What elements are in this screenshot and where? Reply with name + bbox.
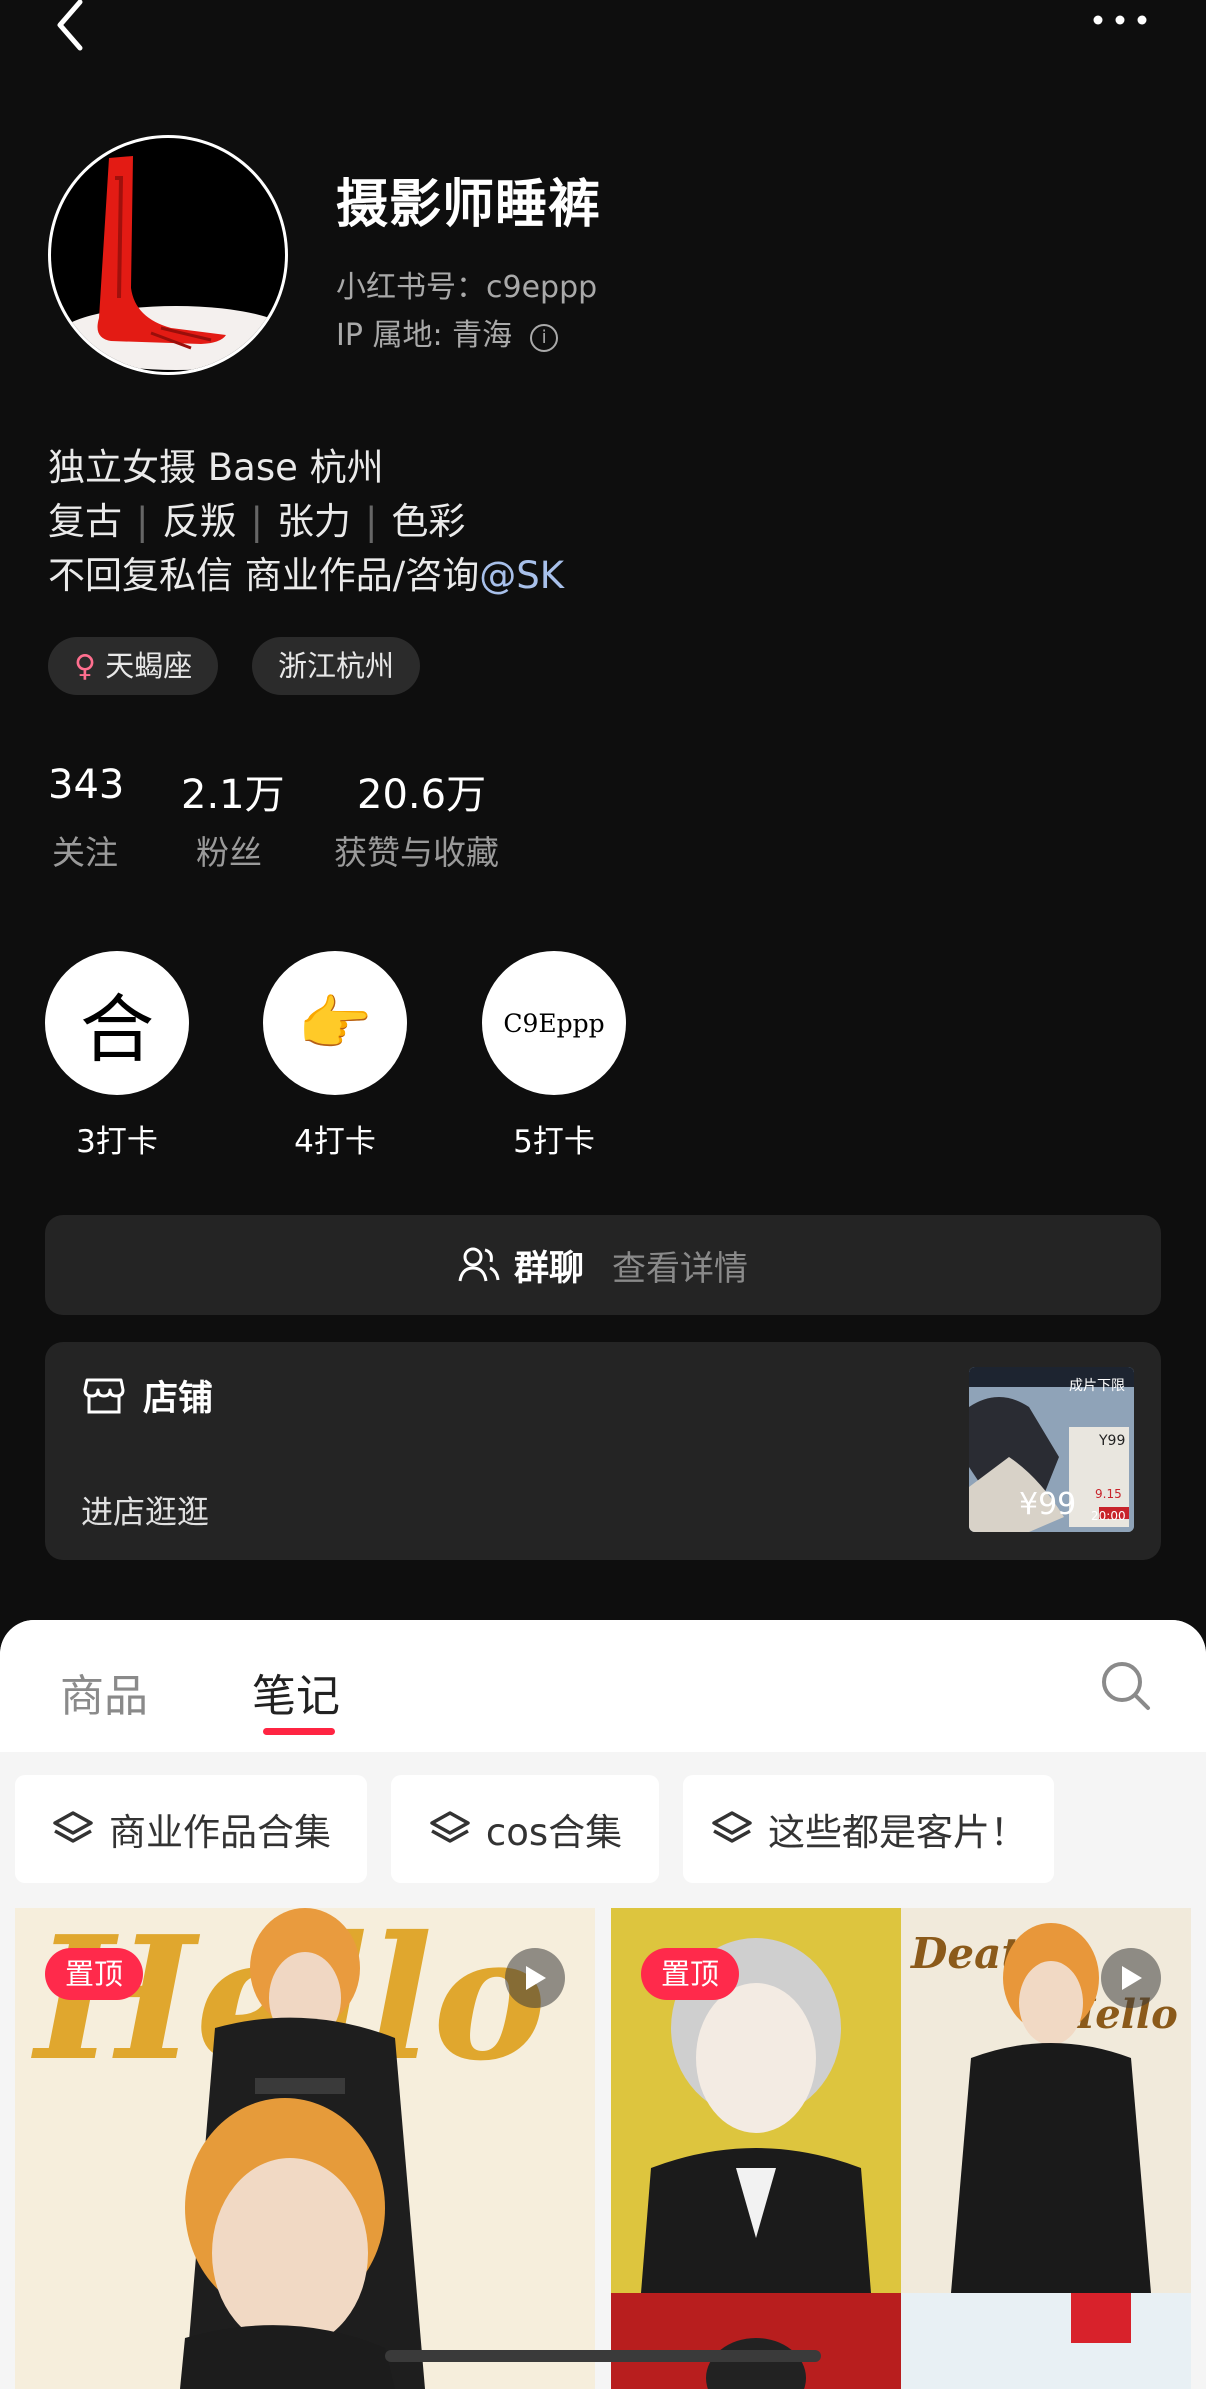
thumb-caption: 20:00 bbox=[1091, 1509, 1126, 1523]
bio-keyword: 复古 bbox=[48, 500, 122, 543]
divider: | bbox=[250, 500, 263, 543]
likes-count[interactable]: 20.6万 bbox=[357, 762, 486, 820]
active-tab-indicator bbox=[263, 1728, 335, 1735]
badge-icon-text: C9Eppp bbox=[503, 1008, 605, 1038]
badge-pointing-hand[interactable]: 👉 bbox=[263, 951, 407, 1095]
back-arrow-icon[interactable] bbox=[40, 0, 100, 60]
bio-text: 不回复私信 商业作品/咨询 bbox=[48, 554, 480, 597]
bio-keyword: 反叛 bbox=[162, 500, 237, 543]
thumb-price: ¥99 bbox=[1019, 1487, 1077, 1522]
tab-notes[interactable]: 笔记 bbox=[252, 1660, 340, 1724]
bio-line-3: 不回复私信 商业作品/咨询@SK bbox=[48, 545, 564, 599]
thumb-caption: Y99 bbox=[1099, 1433, 1126, 1449]
bio-line-1: 独立女摄 Base 杭州 bbox=[48, 446, 384, 489]
collection-clients[interactable]: 这些都是客片！ bbox=[683, 1775, 1054, 1883]
mention-link[interactable]: @SK bbox=[479, 554, 564, 597]
tag-zodiac: ♀ 天蝎座 bbox=[48, 637, 219, 695]
info-icon[interactable]: i bbox=[530, 324, 559, 352]
badge-he[interactable]: 合 bbox=[45, 951, 189, 1095]
post-card[interactable]: Hello 置顶 bbox=[15, 1908, 595, 2389]
bio-keyword: 色彩 bbox=[391, 500, 466, 543]
search-icon[interactable] bbox=[1100, 1660, 1152, 1712]
following-count[interactable]: 343 bbox=[48, 762, 124, 808]
ip-location-text: IP 属地: 青海 bbox=[336, 318, 513, 353]
ip-location: IP 属地: 青海 i bbox=[336, 310, 559, 354]
badge-label: 5打卡 bbox=[513, 1124, 595, 1160]
followers-label[interactable]: 粉丝 bbox=[196, 826, 262, 874]
profile-name: 摄影师睡裤 bbox=[336, 175, 602, 235]
pinned-badge: 置顶 bbox=[45, 1948, 144, 2000]
female-icon: ♀ bbox=[74, 649, 96, 684]
pointing-hand-icon: 👉 bbox=[297, 988, 373, 1059]
layers-icon bbox=[53, 1811, 93, 1843]
collection-commercial[interactable]: 商业作品合集 bbox=[15, 1775, 367, 1883]
group-users-icon bbox=[458, 1247, 500, 1282]
notes-sheet: 商品 笔记 商业作品合集 cos合集 这些都是客片！ Hello 置顶 bbox=[0, 1620, 1206, 2389]
divider: | bbox=[364, 500, 378, 543]
tag-label: 天蝎座 bbox=[105, 649, 193, 683]
collection-label: cos合集 bbox=[485, 1811, 623, 1854]
collection-cos[interactable]: cos合集 bbox=[391, 1775, 659, 1883]
layers-icon bbox=[430, 1811, 470, 1843]
badge-label: 3打卡 bbox=[76, 1124, 158, 1160]
collection-label: 商业作品合集 bbox=[109, 1811, 331, 1854]
avatar[interactable] bbox=[48, 135, 288, 375]
collection-label: 这些都是客片！ bbox=[768, 1811, 1027, 1854]
shop-title-row: 店铺 bbox=[83, 1370, 213, 1421]
shop-card[interactable]: 店铺 进店逛逛 成片下限 Y99 9.15 20:00 ¥99 bbox=[45, 1342, 1161, 1560]
group-chat-detail: 查看详情 bbox=[612, 1248, 748, 1289]
home-indicator[interactable] bbox=[385, 2350, 821, 2362]
following-label[interactable]: 关注 bbox=[52, 826, 118, 874]
more-options-icon[interactable] bbox=[1090, 0, 1150, 40]
layers-icon bbox=[712, 1811, 752, 1843]
post-card[interactable]: Death Mello 置顶 bbox=[611, 1908, 1191, 2389]
play-icon bbox=[1101, 1948, 1161, 2008]
tag-location: 浙江杭州 bbox=[252, 637, 421, 695]
tag-label: 浙江杭州 bbox=[278, 649, 395, 683]
shop-title: 店铺 bbox=[143, 1379, 214, 1419]
tab-bar: 商品 笔记 bbox=[0, 1620, 1206, 1752]
badge-c9eppp[interactable]: C9Eppp bbox=[482, 951, 626, 1095]
play-icon bbox=[505, 1948, 565, 2008]
badge-icon-text: 合 bbox=[80, 986, 154, 1073]
bio-keyword: 张力 bbox=[276, 500, 351, 543]
pinned-badge: 置顶 bbox=[641, 1948, 740, 2000]
group-chat-bar[interactable]: 群聊 查看详情 bbox=[45, 1215, 1161, 1315]
divider: | bbox=[136, 500, 149, 543]
thumb-caption: 成片下限 bbox=[1069, 1378, 1125, 1394]
thumb-caption: 9.15 bbox=[1095, 1487, 1122, 1501]
store-icon bbox=[83, 1378, 125, 1413]
tab-goods[interactable]: 商品 bbox=[60, 1660, 148, 1724]
badge-label: 4打卡 bbox=[294, 1124, 376, 1160]
xhs-id: 小红书号：c9eppp bbox=[336, 270, 598, 305]
shop-product-thumbnail[interactable]: 成片下限 Y99 9.15 20:00 ¥99 bbox=[969, 1367, 1134, 1532]
shop-subtitle: 进店逛逛 bbox=[81, 1493, 210, 1531]
followers-count[interactable]: 2.1万 bbox=[181, 762, 285, 820]
group-chat-title: 群聊 bbox=[513, 1248, 584, 1289]
likes-label[interactable]: 获赞与收藏 bbox=[334, 826, 499, 874]
bio-line-2: 复古 | 反叛 | 张力 | 色彩 bbox=[48, 491, 465, 545]
